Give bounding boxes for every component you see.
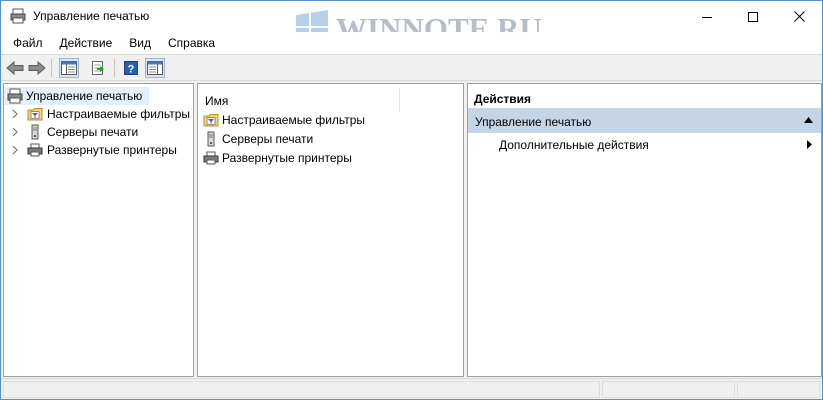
tree-item-print-servers[interactable]: Серверы печати — [4, 123, 193, 141]
print-management-icon — [10, 8, 26, 24]
menu-help[interactable]: Справка — [159, 33, 223, 53]
menu-action[interactable]: Действие — [51, 33, 121, 53]
list-item-deployed-printers[interactable]: Развернутые принтеры — [203, 149, 458, 168]
list-item-custom-filters[interactable]: Настраиваемые фильтры — [203, 111, 458, 130]
actions-pane: Действия Управление печатью Дополнительн… — [467, 83, 822, 377]
more-actions-item[interactable]: Дополнительные действия — [468, 135, 821, 155]
more-actions-label: Дополнительные действия — [499, 138, 649, 152]
tree-item-label: Развернутые принтеры — [47, 143, 177, 157]
menu-file[interactable]: Файл — [4, 33, 51, 53]
tree-item-deployed-printers[interactable]: Развернутые принтеры — [4, 141, 193, 159]
back-button[interactable] — [5, 58, 25, 78]
server-icon — [207, 131, 215, 147]
actions-section-label: Управление печатью — [475, 115, 592, 129]
list-item-label: Настраиваемые фильтры — [222, 113, 366, 127]
menu-view[interactable]: Вид — [120, 33, 159, 53]
close-button[interactable] — [776, 1, 822, 32]
forward-button[interactable] — [27, 58, 47, 78]
list-item-print-servers[interactable]: Серверы печати — [203, 130, 458, 149]
window-title: Управление печатью — [33, 9, 150, 23]
show-hide-action-pane-button[interactable] — [145, 58, 165, 78]
svg-text:?: ? — [128, 64, 135, 76]
printer-icon — [203, 151, 219, 165]
expand-chevron-icon[interactable] — [11, 145, 19, 155]
close-icon — [793, 11, 805, 22]
column-header-label: Имя — [205, 94, 229, 108]
actions-header: Действия — [468, 87, 821, 109]
list-item-label: Развернутые принтеры — [222, 151, 352, 165]
toolbar: ? — [1, 54, 822, 81]
maximize-button[interactable] — [730, 1, 776, 32]
actions-section-print-management[interactable]: Управление печатью — [468, 109, 821, 133]
results-list: Имя Настраиваемые фильтры Серверы печати — [197, 83, 464, 377]
show-hide-tree-button[interactable] — [59, 58, 79, 78]
print-management-icon — [7, 88, 23, 104]
server-icon — [31, 124, 39, 140]
tree-root-label: Управление печатью — [26, 89, 143, 103]
show-hide-tree-icon — [61, 61, 77, 75]
minimize-icon — [702, 16, 712, 18]
tree-root[interactable]: Управление печатью — [4, 87, 149, 105]
main-window: Управление печатью WINNOTE.RU Файл Дейст… — [0, 0, 823, 400]
actions-header-label: Действия — [474, 92, 532, 106]
column-header-name[interactable]: Имя — [198, 88, 400, 112]
list-item-label: Серверы печати — [222, 132, 314, 146]
status-segment — [602, 381, 735, 398]
toolbar-separator — [51, 59, 52, 77]
printer-icon — [27, 143, 43, 157]
maximize-icon — [748, 11, 758, 22]
show-hide-action-pane-icon — [147, 61, 163, 75]
submenu-arrow-icon — [807, 140, 812, 149]
filter-folder-icon — [203, 114, 219, 127]
minimize-button[interactable] — [684, 1, 730, 32]
tree-item-label: Настраиваемые фильтры — [47, 107, 191, 121]
collapse-triangle-icon[interactable] — [804, 117, 813, 123]
title-bar: Управление печатью WINNOTE.RU — [1, 1, 822, 46]
tree-item-custom-filters[interactable]: Настраиваемые фильтры — [4, 105, 193, 123]
status-bar — [1, 378, 822, 399]
console-tree: Управление печатью Настраиваемые фильтры… — [3, 83, 194, 377]
export-list-icon — [92, 61, 104, 75]
forward-arrow-icon — [28, 61, 46, 75]
expand-chevron-icon[interactable] — [11, 109, 19, 119]
help-button[interactable]: ? — [121, 58, 141, 78]
menu-bar: Файл Действие Вид Справка — [1, 32, 822, 54]
status-segment — [737, 381, 820, 398]
back-arrow-icon — [6, 61, 24, 75]
expand-chevron-icon[interactable] — [11, 127, 19, 137]
help-icon: ? — [124, 61, 138, 76]
toolbar-separator — [114, 59, 115, 77]
tree-item-label: Серверы печати — [47, 125, 139, 139]
export-list-button[interactable] — [89, 58, 109, 78]
filter-folder-icon — [27, 108, 43, 121]
status-segment — [3, 381, 600, 398]
